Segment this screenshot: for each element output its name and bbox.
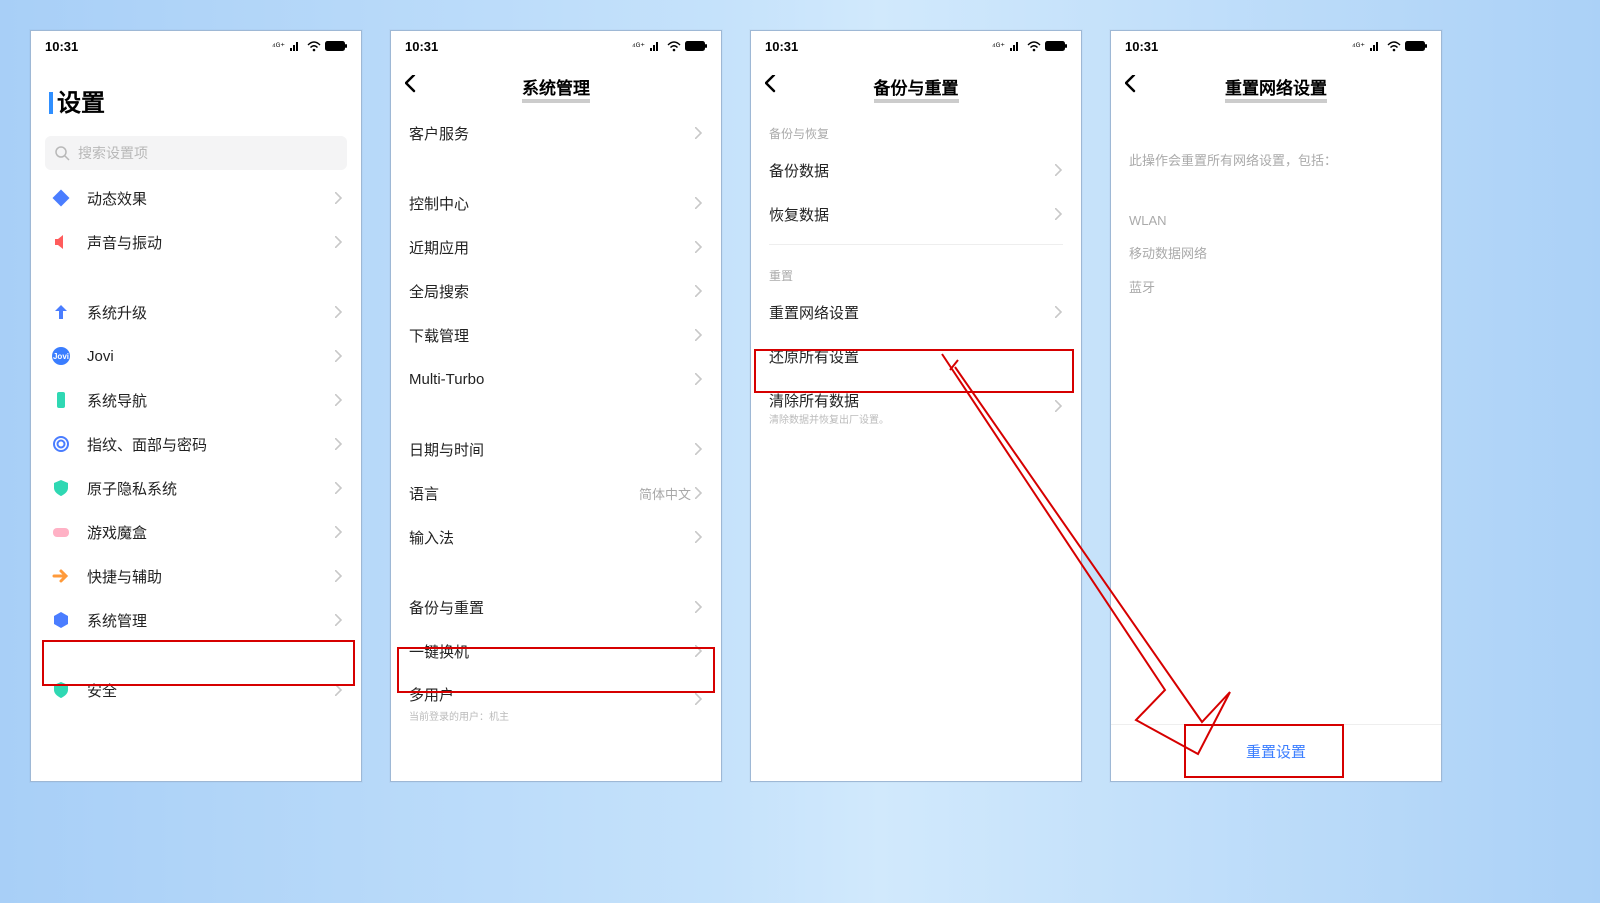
description: 此操作会重置所有网络设置，包括： WLAN 移动数据网络 蓝牙 [1111,111,1441,317]
chevron-right-icon [335,350,343,362]
chevron-right-icon [695,197,703,209]
row-security[interactable]: 安全 [31,668,361,712]
chevron-right-icon [1055,400,1063,412]
phone-icon [49,388,73,412]
search-icon [55,146,70,161]
status-time: 10:31 [45,39,78,54]
chevron-right-icon [695,531,703,543]
page-title: 系统管理 [391,74,721,99]
chevron-right-icon [335,306,343,318]
screen-settings: 10:31 ⁴ᴳ⁺ 设置 搜索设置项 动态效果 声音与振动 系统升级 [30,30,362,782]
title-bar: 重置网络设置 [1111,61,1441,111]
shield-icon [49,476,73,500]
chevron-right-icon [335,526,343,538]
chevron-right-icon [695,487,703,499]
chevron-right-icon [695,601,703,613]
search-input[interactable]: 搜索设置项 [45,136,347,170]
row-download-management[interactable]: 下载管理 [391,313,721,357]
chevron-right-icon [335,570,343,582]
row-system-upgrade[interactable]: 系统升级 [31,290,361,334]
arrow-up-icon [49,300,73,324]
section-header-reset: 重置 [751,253,1081,290]
hexagon-icon [49,608,73,632]
row-biometric[interactable]: 指纹、面部与密码 [31,422,361,466]
row-control-center[interactable]: 控制中心 [391,181,721,225]
chevron-right-icon [695,693,703,705]
row-multi-user[interactable]: 多用户 当前登录的用户：机主 [391,673,721,725]
row-jovi[interactable]: Jovi Jovi [31,334,361,378]
status-bar: 10:31 ⁴ᴳ⁺ [751,31,1081,61]
row-shortcut-accessibility[interactable]: 快捷与辅助 [31,554,361,598]
shield-check-icon [49,678,73,702]
chevron-right-icon [695,241,703,253]
back-button[interactable] [1125,75,1137,98]
wifi-icon [307,40,321,52]
row-game-box[interactable]: 游戏魔盒 [31,510,361,554]
row-reset-network[interactable]: 重置网络设置 [751,290,1081,334]
chevron-right-icon [695,329,703,341]
section-header-backup: 备份与恢复 [751,111,1081,148]
page-title: 备份与重置 [751,74,1081,99]
row-global-search[interactable]: 全局搜索 [391,269,721,313]
chevron-right-icon [695,373,703,385]
row-backup-data[interactable]: 备份数据 [751,148,1081,192]
status-bar: 10:31 ⁴ᴳ⁺ [1111,31,1441,61]
screen-system-management: 10:31 ⁴ᴳ⁺ 系统管理 客户服务 控制中心 近期应用 全局搜索 下载管理 … [390,30,722,782]
row-ime[interactable]: 输入法 [391,515,721,559]
diamond-icon [49,186,73,210]
row-dynamic-effects[interactable]: 动态效果 [31,176,361,220]
svg-text:Jovi: Jovi [53,352,69,361]
row-date-time[interactable]: 日期与时间 [391,427,721,471]
chevron-right-icon [335,394,343,406]
chevron-right-icon [335,684,343,696]
back-button[interactable] [765,75,777,98]
row-sound-vibration[interactable]: 声音与振动 [31,220,361,264]
chevron-right-icon [695,645,703,657]
status-bar: 10:31 ⁴ᴳ⁺ [31,31,361,61]
row-customer-service[interactable]: 客户服务 [391,111,721,155]
row-backup-reset[interactable]: 备份与重置 [391,585,721,629]
title-bar: 系统管理 [391,61,721,111]
row-restore-data[interactable]: 恢复数据 [751,192,1081,236]
row-restore-all[interactable]: 还原所有设置 [751,334,1081,378]
chevron-right-icon [1055,164,1063,176]
row-atom-privacy[interactable]: 原子隐私系统 [31,466,361,510]
row-language[interactable]: 语言简体中文 [391,471,721,515]
reset-settings-button[interactable]: 重置设置 [1111,724,1441,777]
chevron-right-icon [1055,208,1063,220]
chevron-right-icon [1055,306,1063,318]
jovi-icon: Jovi [49,344,73,368]
chevron-right-icon [335,482,343,494]
gamepad-icon [49,520,73,544]
chevron-right-icon [695,285,703,297]
screen-reset-network: 10:31 ⁴ᴳ⁺ 重置网络设置 此操作会重置所有网络设置，包括： WLAN 移… [1110,30,1442,782]
title-bar: 备份与重置 [751,61,1081,111]
screen-backup-reset: 10:31 ⁴ᴳ⁺ 备份与重置 备份与恢复 备份数据 恢复数据 重置 重置网络设… [750,30,1082,782]
speaker-icon [49,230,73,254]
signal-icon [289,40,303,52]
chevron-right-icon [695,127,703,139]
fingerprint-icon [49,432,73,456]
back-button[interactable] [405,75,417,98]
chevron-right-icon [335,438,343,450]
page-title: 设置 [31,61,361,124]
status-bar: 10:31 ⁴ᴳ⁺ [391,31,721,61]
arrow-right-icon [49,564,73,588]
row-system-management[interactable]: 系统管理 [31,598,361,642]
chevron-right-icon [335,192,343,204]
row-system-navigation[interactable]: 系统导航 [31,378,361,422]
chevron-right-icon [335,236,343,248]
row-clear-all[interactable]: 清除所有数据 清除数据并恢复出厂设置。 [751,378,1081,434]
row-clone[interactable]: 一键换机 [391,629,721,673]
chevron-right-icon [695,443,703,455]
row-multi-turbo[interactable]: Multi-Turbo [391,357,721,401]
settings-list: 动态效果 声音与振动 系统升级 Jovi Jovi 系统导航 指纹、面部与密码 [31,176,361,712]
chevron-right-icon [335,614,343,626]
page-title: 重置网络设置 [1111,74,1441,99]
battery-icon [325,41,347,51]
row-recent-apps[interactable]: 近期应用 [391,225,721,269]
